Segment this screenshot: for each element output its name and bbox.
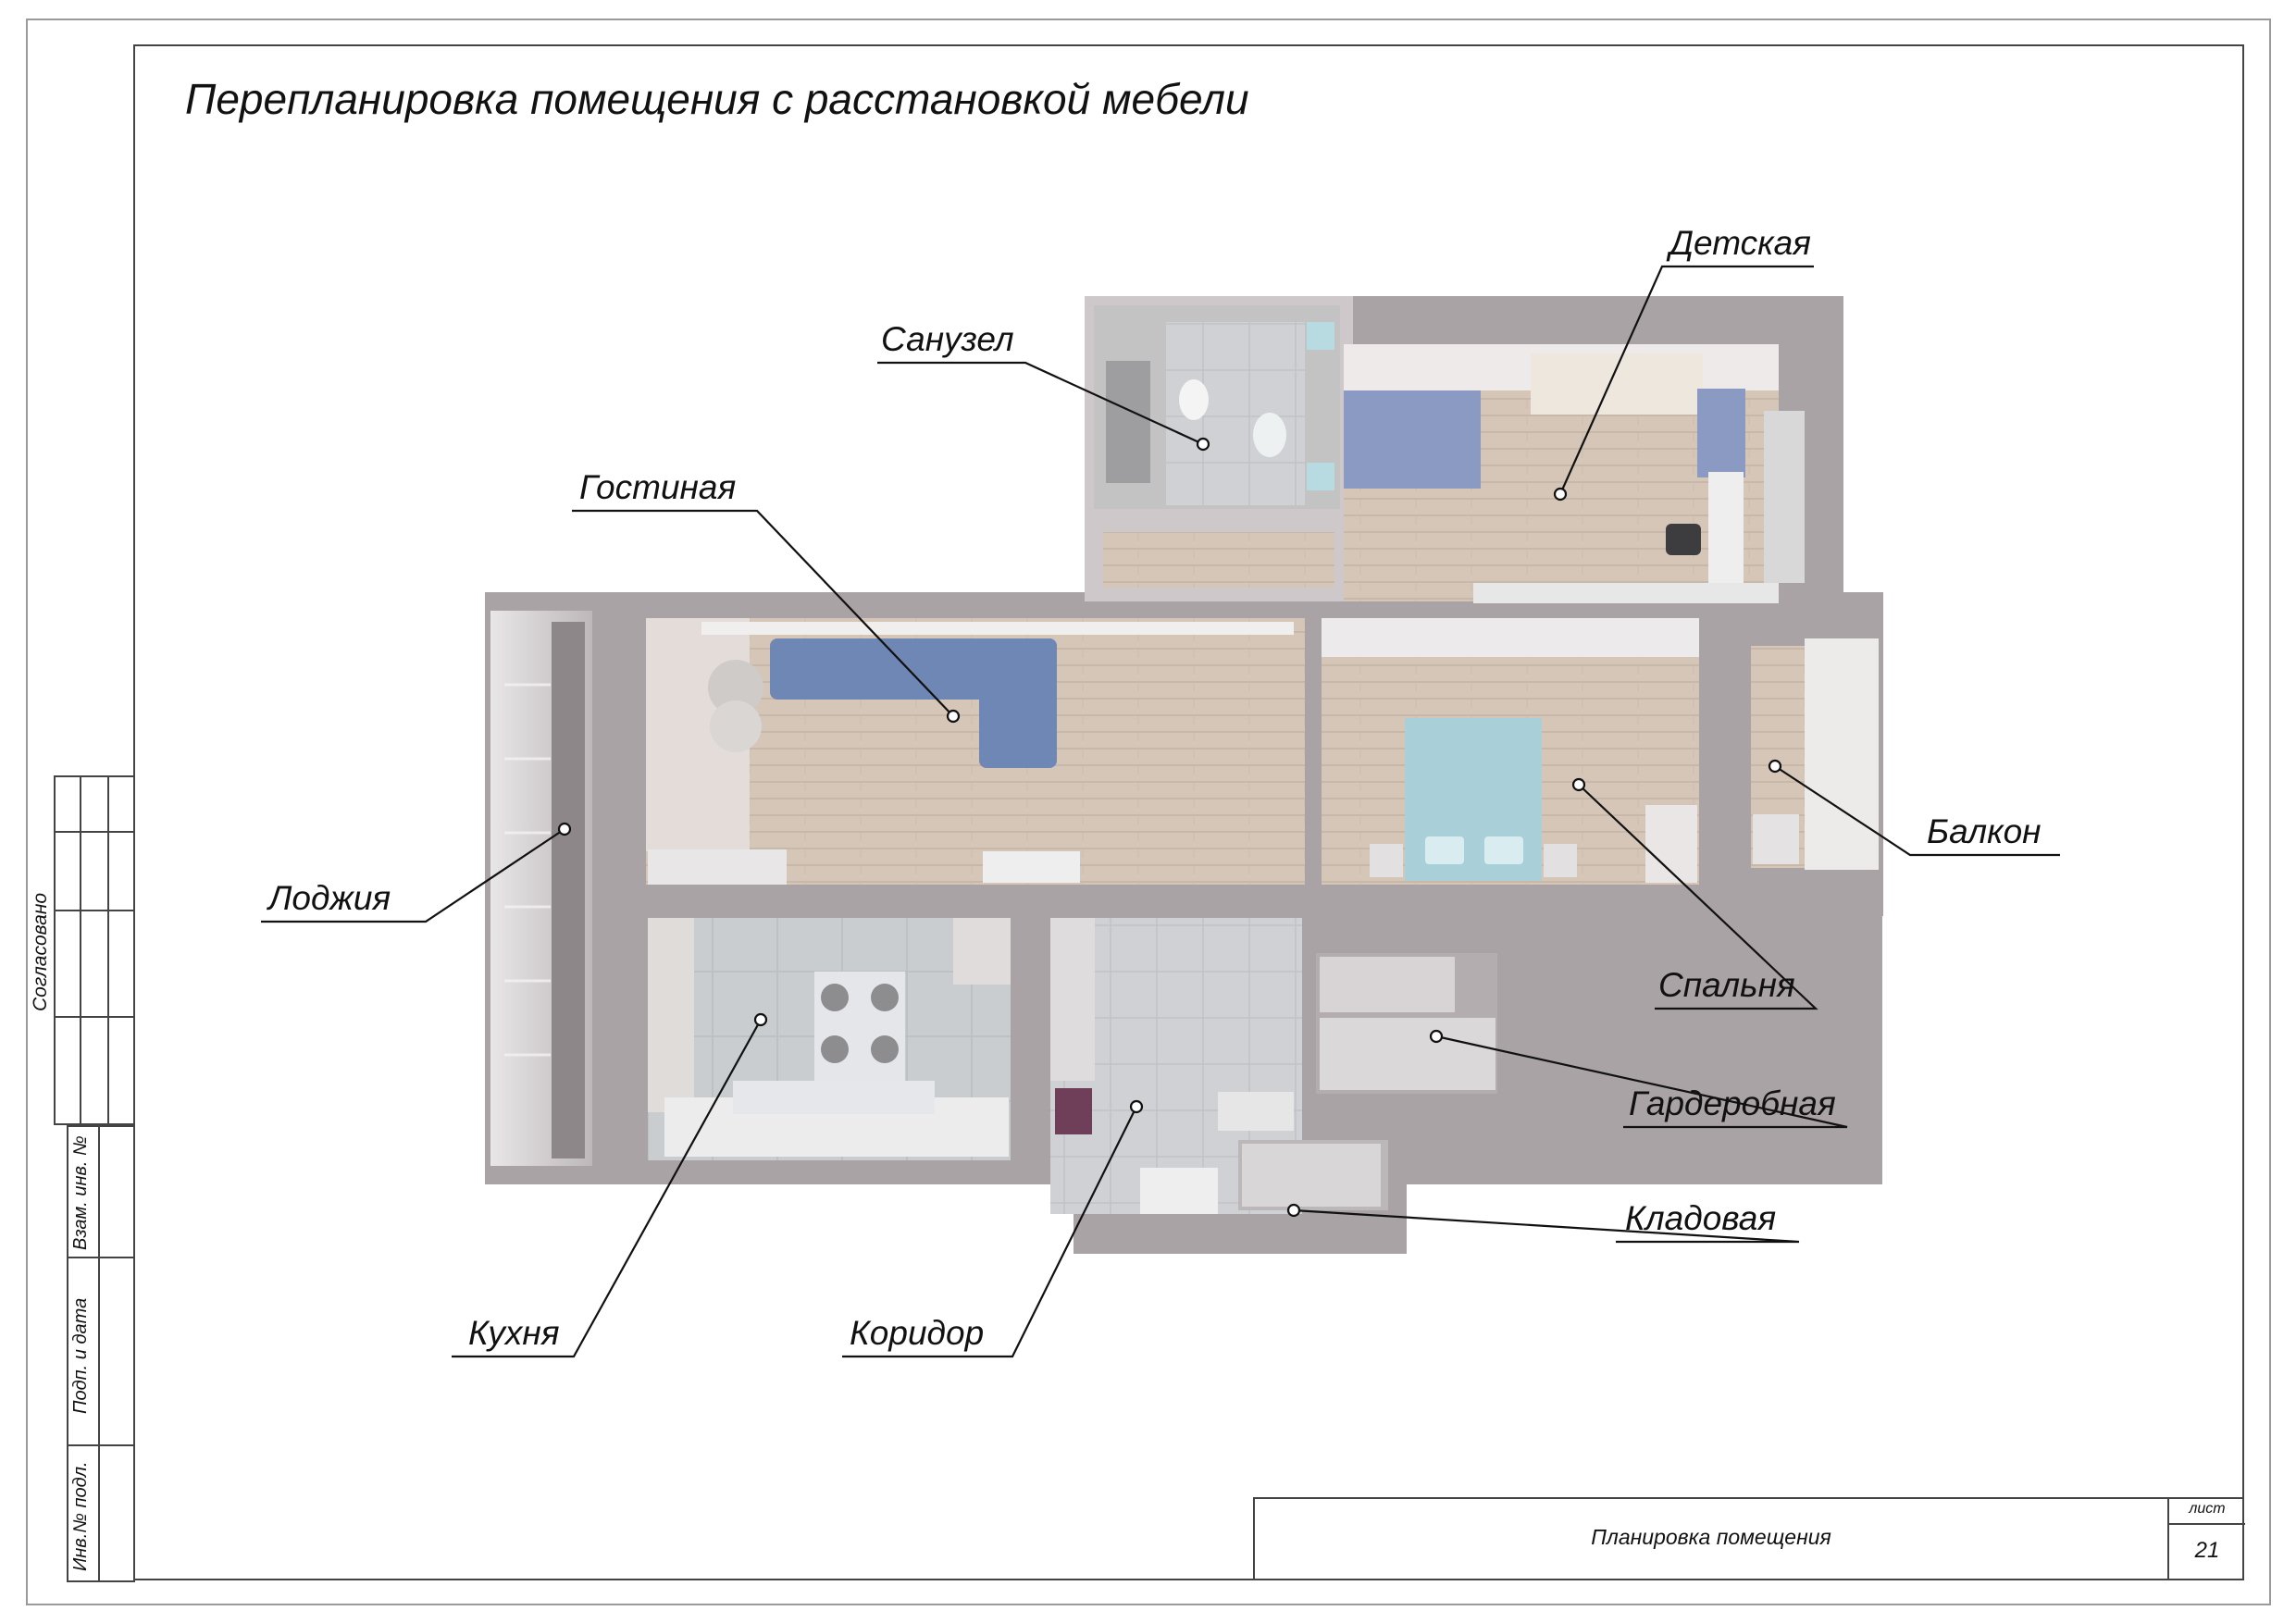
living-cabinet — [648, 849, 787, 885]
childrens-room — [1344, 344, 1805, 603]
kids-desk — [1708, 472, 1744, 592]
room-label-storage: Кладовая — [1625, 1199, 1777, 1237]
sink — [1253, 413, 1286, 457]
room-label-bedroom: Спальня — [1658, 966, 1795, 1004]
title-block: Планировка помещения лист 21 — [1253, 1497, 2245, 1580]
kids-armchair — [1697, 389, 1745, 477]
sheet-number: 21 — [2194, 1538, 2220, 1563]
room-label-kitchen: Кухня — [468, 1314, 560, 1352]
title-block-divider — [2167, 1523, 2245, 1525]
room-label-living: Гостиная — [579, 468, 737, 506]
room-label-childrens: Детская — [1669, 224, 1811, 262]
room-label-balcony: Балкон — [1927, 812, 2042, 850]
sheet-label: лист — [2189, 1501, 2226, 1517]
room-label-closet: Гардеробная — [1629, 1084, 1836, 1122]
toilet — [1179, 379, 1209, 420]
tv-unit — [983, 851, 1080, 883]
kids-bed — [1344, 390, 1481, 489]
room-label-loggia: Лоджия — [268, 879, 391, 917]
balcony-room — [1751, 638, 1879, 870]
living-room — [646, 618, 1305, 885]
kids-shelf — [1531, 353, 1703, 415]
storage-room — [1238, 1140, 1388, 1210]
bathroom-room — [1094, 305, 1340, 588]
wardrobe — [1322, 618, 1699, 657]
desk-chair — [1666, 524, 1701, 555]
loggia-room — [490, 611, 592, 1166]
bathroom-hall — [1103, 532, 1334, 588]
corridor-bench — [1055, 1088, 1092, 1134]
walk-in-closet — [1316, 953, 1497, 1094]
corridor-wardrobe — [1050, 918, 1095, 1081]
drawing-name: Планировка помещения — [1591, 1525, 1831, 1549]
shower — [1106, 361, 1150, 483]
room-label-corridor: Коридор — [850, 1314, 985, 1352]
sofa-chaise — [979, 638, 1057, 768]
room-label-bathroom: Санузел — [881, 320, 1014, 358]
floor-plan — [261, 265, 2060, 1358]
